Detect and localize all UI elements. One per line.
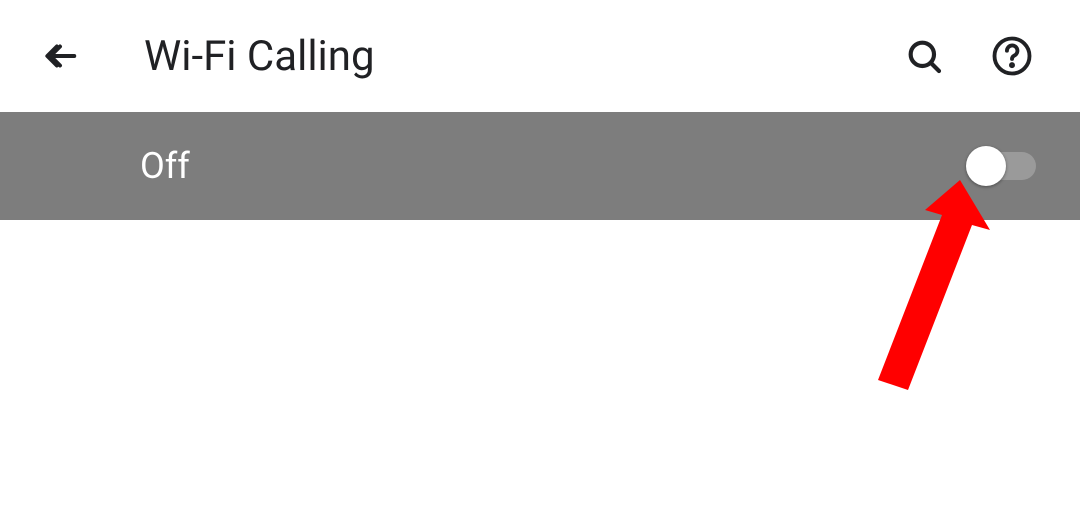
toggle-thumb	[966, 146, 1006, 186]
page-title: Wi-Fi Calling	[144, 32, 868, 81]
back-arrow-icon	[41, 37, 79, 75]
help-button[interactable]	[980, 24, 1044, 88]
search-button[interactable]	[892, 24, 956, 88]
wifi-calling-toggle-row[interactable]: Off	[0, 112, 1080, 220]
wifi-calling-toggle[interactable]	[972, 146, 1036, 186]
toggle-state-label: Off	[140, 145, 190, 187]
search-icon	[904, 36, 944, 76]
back-button[interactable]	[36, 32, 84, 80]
app-bar: Wi-Fi Calling	[0, 0, 1080, 112]
help-icon	[991, 35, 1033, 77]
